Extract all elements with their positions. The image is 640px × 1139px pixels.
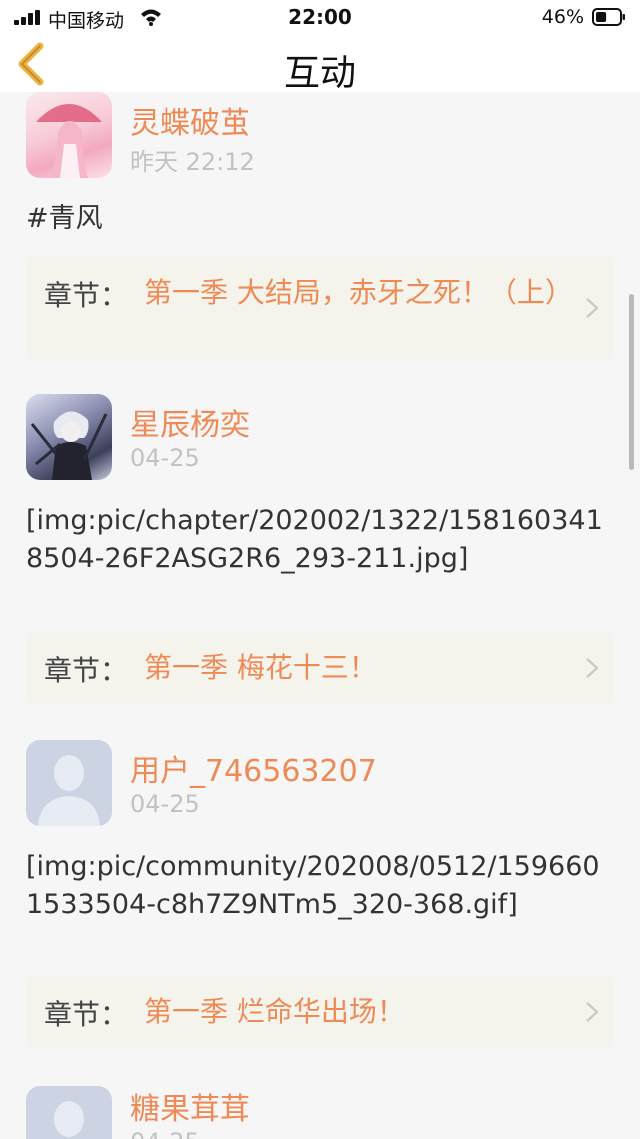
chapter-link[interactable]: 章节： 第一季 梅花十三！ — [26, 632, 614, 704]
nav-bar: 互动 — [0, 36, 640, 94]
chapter-label: 章节： — [44, 998, 129, 1031]
comment-text: [img:pic/chapter/202002/1322/15816034185… — [26, 505, 603, 574]
interaction-feed[interactable]: 灵蝶破茧 昨天 22:12 #青风 章节： 第一季 大结局，赤牙之死！（上） 星… — [0, 92, 640, 1139]
chevron-right-icon — [586, 658, 599, 678]
user-silhouette-icon — [54, 1101, 84, 1137]
chapter-label: 章节： — [44, 654, 129, 687]
avatar[interactable] — [26, 394, 112, 480]
username[interactable]: 糖果茸茸 — [130, 1084, 250, 1128]
username[interactable]: 灵蝶破茧 — [130, 98, 250, 142]
comment-text: #青风 — [26, 203, 103, 234]
chapter-link[interactable]: 章节： 第一季 大结局，赤牙之死！（上） — [26, 256, 614, 360]
chapter-label: 章节： — [44, 279, 129, 312]
chevron-right-icon — [586, 298, 599, 318]
default-avatar[interactable] — [26, 1086, 112, 1139]
scrollbar[interactable] — [629, 294, 634, 470]
page-title: 互动 — [283, 53, 356, 94]
default-avatar[interactable] — [26, 740, 112, 826]
battery-percent: 46% — [541, 6, 584, 28]
chevron-right-icon — [586, 1002, 599, 1022]
username[interactable]: 用户_746563207 — [130, 746, 377, 790]
user-silhouette-icon — [38, 755, 100, 826]
chapter-title: 第一季 大结局，赤牙之死！（上） — [144, 276, 573, 309]
post-time: 04-25 — [130, 444, 200, 472]
post-time: 昨天 22:12 — [130, 148, 255, 176]
post-time: 04-25 — [130, 790, 200, 818]
anime-girl-icon — [36, 104, 102, 178]
username[interactable]: 星辰杨奕 — [130, 400, 250, 444]
anime-boy-icon — [30, 411, 108, 480]
chapter-title: 第一季 烂命华出场！ — [144, 995, 405, 1028]
chapter-title: 第一季 梅花十三！ — [144, 651, 377, 684]
status-bar: 中国移动 22:00 46% — [0, 0, 640, 36]
comment-text: [img:pic/community/202008/0512/159660153… — [26, 851, 600, 920]
avatar[interactable] — [26, 92, 112, 178]
battery-icon — [592, 8, 625, 26]
chapter-link[interactable]: 章节： 第一季 烂命华出场！ — [26, 976, 614, 1048]
post-time: 04-25 — [130, 1128, 200, 1139]
